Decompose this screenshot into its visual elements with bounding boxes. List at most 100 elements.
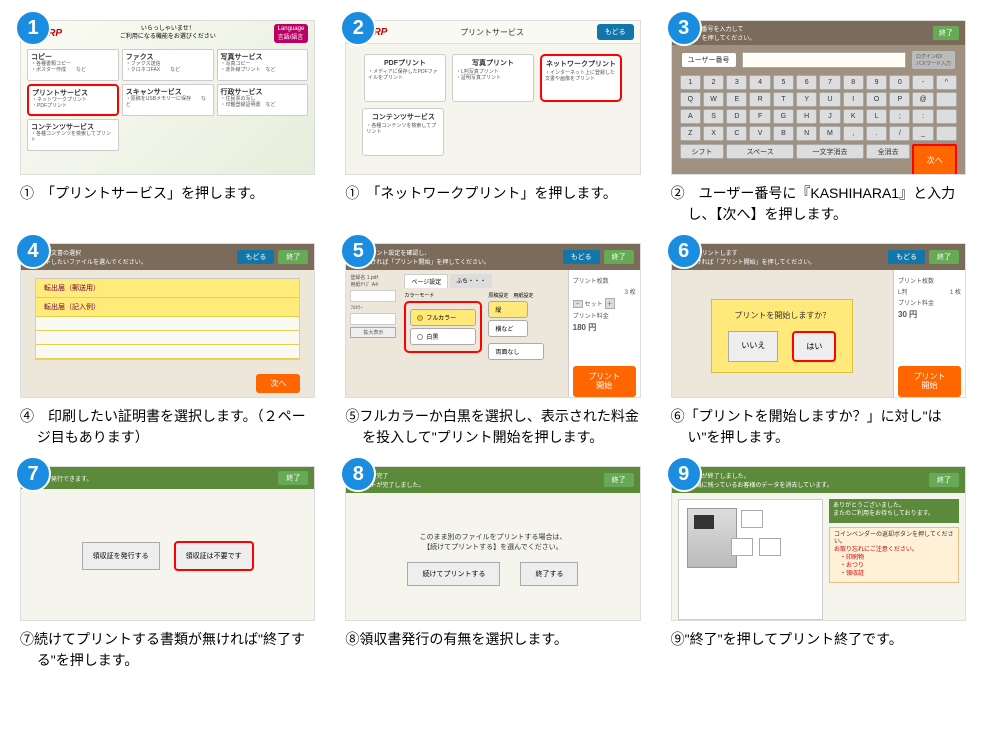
user-id-input[interactable]	[742, 52, 906, 68]
back-button[interactable]: もどる	[237, 250, 274, 264]
key[interactable]: 1	[680, 75, 701, 90]
no-button[interactable]: いいえ	[728, 331, 778, 362]
key[interactable]: C	[726, 126, 747, 141]
card-copy[interactable]: コピー・各種書類コピー・ポスター作成 など	[27, 49, 119, 81]
back-button[interactable]: もどる	[597, 24, 634, 40]
plus-button[interactable]: ＋	[605, 298, 615, 309]
key[interactable]: O	[866, 92, 887, 107]
key[interactable]: .	[866, 126, 887, 141]
end-button[interactable]: 終了	[278, 471, 308, 485]
login-toggle[interactable]: ログインID/パスワード入力	[912, 51, 955, 69]
print-start-button[interactable]: プリント開始	[898, 366, 961, 397]
key[interactable]: 2	[703, 75, 724, 90]
key[interactable]: -	[912, 75, 933, 90]
key[interactable]: 4	[749, 75, 770, 90]
end-button[interactable]: 終了	[929, 473, 959, 487]
key[interactable]: U	[819, 92, 840, 107]
key[interactable]	[936, 92, 957, 107]
card-photo[interactable]: 写真サービス・写真コピー・赤外線プリント など	[217, 49, 309, 81]
finish-button[interactable]: 終了する	[520, 562, 578, 586]
tab-page[interactable]: ページ設定	[404, 274, 448, 288]
option-fullcolor[interactable]: フルカラー	[410, 309, 476, 326]
card-fax[interactable]: ファクス・ファクス送信・クロネコFAX など	[122, 49, 214, 81]
option-duplex[interactable]: 両面なし	[488, 343, 544, 360]
key[interactable]: 7	[819, 75, 840, 90]
key[interactable]: E	[726, 92, 747, 107]
space-key[interactable]: スペース	[726, 144, 794, 159]
key[interactable]: V	[749, 126, 770, 141]
key[interactable]: /	[889, 126, 910, 141]
key[interactable]: G	[773, 109, 794, 124]
next-button[interactable]: 次へ	[256, 374, 300, 393]
backspace-key[interactable]: 一文字消去	[796, 144, 864, 159]
end-button[interactable]: 終了	[604, 250, 634, 264]
clear-key[interactable]: 全消去	[866, 144, 911, 159]
key[interactable]: W	[703, 92, 724, 107]
key[interactable]: ,	[843, 126, 864, 141]
key[interactable]: 0	[889, 75, 910, 90]
end-button[interactable]: 終了	[929, 250, 959, 264]
card-network-print[interactable]: ネットワークプリント・インターネット上に登録した文書や画像をプリント	[540, 54, 622, 102]
next-button[interactable]: 次へ	[912, 144, 957, 175]
key[interactable]: ;	[889, 109, 910, 124]
key[interactable]: B	[773, 126, 794, 141]
language-button[interactable]: Language言語/語言	[274, 24, 309, 43]
back-button[interactable]: もどる	[563, 250, 600, 264]
list-item[interactable]: 転出届（郵送用）	[36, 279, 299, 298]
key[interactable]: 9	[866, 75, 887, 90]
key[interactable]	[936, 109, 957, 124]
tab-edge[interactable]: ふち・・・	[450, 274, 492, 288]
end-button[interactable]: 終了	[278, 250, 308, 264]
key[interactable]: 8	[843, 75, 864, 90]
key[interactable]: J	[819, 109, 840, 124]
end-button[interactable]: 終了	[604, 473, 634, 487]
key[interactable]: F	[749, 109, 770, 124]
back-button[interactable]: もどる	[888, 250, 925, 264]
key[interactable]: K	[843, 109, 864, 124]
key[interactable]: Y	[796, 92, 817, 107]
key[interactable]: X	[703, 126, 724, 141]
key[interactable]: L	[866, 109, 887, 124]
shift-key[interactable]: シフト	[680, 144, 725, 159]
key[interactable]: 5	[773, 75, 794, 90]
no-receipt-button[interactable]: 領収証は不要です	[174, 541, 254, 571]
option-bw[interactable]: 白黒	[410, 328, 476, 345]
print-start-button[interactable]: プリント開始	[573, 366, 636, 397]
card-scan[interactable]: スキャンサービス・原稿をUSBメモリーに保存 など	[122, 84, 214, 116]
card-pdf-print[interactable]: PDFプリント・メディアに保存したPDFファイルをプリント	[364, 54, 446, 102]
key[interactable]	[936, 126, 957, 141]
yes-button[interactable]: はい	[792, 331, 836, 362]
card-content-service[interactable]: コンテンツサービス・各種コンテンツを検索してプリント	[362, 108, 444, 156]
key[interactable]: S	[703, 109, 724, 124]
key[interactable]: R	[749, 92, 770, 107]
list-item[interactable]: 転出届（記入例）	[36, 298, 299, 317]
key[interactable]: Q	[680, 92, 701, 107]
card-content[interactable]: コンテンツサービス・各種コンテンツを検索してプリント	[27, 119, 119, 151]
key[interactable]: _	[912, 126, 933, 141]
issue-receipt-button[interactable]: 領収証を発行する	[82, 542, 160, 570]
key[interactable]: D	[726, 109, 747, 124]
card-gov[interactable]: 行政サービス・住民票の写し・印鑑登録証明書 など	[217, 84, 309, 116]
card-title: 写真プリント	[456, 58, 530, 68]
end-button[interactable]: 終了	[933, 26, 959, 40]
key[interactable]: M	[819, 126, 840, 141]
minus-button[interactable]: −	[573, 300, 583, 308]
key[interactable]: 3	[726, 75, 747, 90]
key[interactable]: T	[773, 92, 794, 107]
key[interactable]: A	[680, 109, 701, 124]
key[interactable]: P	[889, 92, 910, 107]
key[interactable]: Z	[680, 126, 701, 141]
card-print-service[interactable]: プリントサービス・ネットワークプリント・PDFプリント	[27, 84, 119, 116]
option-landscape[interactable]: 横など	[488, 320, 528, 337]
zoom-button[interactable]: 拡大表示	[350, 327, 396, 338]
key[interactable]: ^	[936, 75, 957, 90]
key[interactable]: I	[843, 92, 864, 107]
key[interactable]: @	[912, 92, 933, 107]
continue-button[interactable]: 続けてプリントする	[407, 562, 500, 586]
option-portrait[interactable]: 縦	[488, 301, 528, 318]
key[interactable]: 6	[796, 75, 817, 90]
card-photo-print[interactable]: 写真プリント・L判写真プリント・証明写真プリント	[452, 54, 534, 102]
key[interactable]: H	[796, 109, 817, 124]
key[interactable]: N	[796, 126, 817, 141]
key[interactable]: :	[912, 109, 933, 124]
